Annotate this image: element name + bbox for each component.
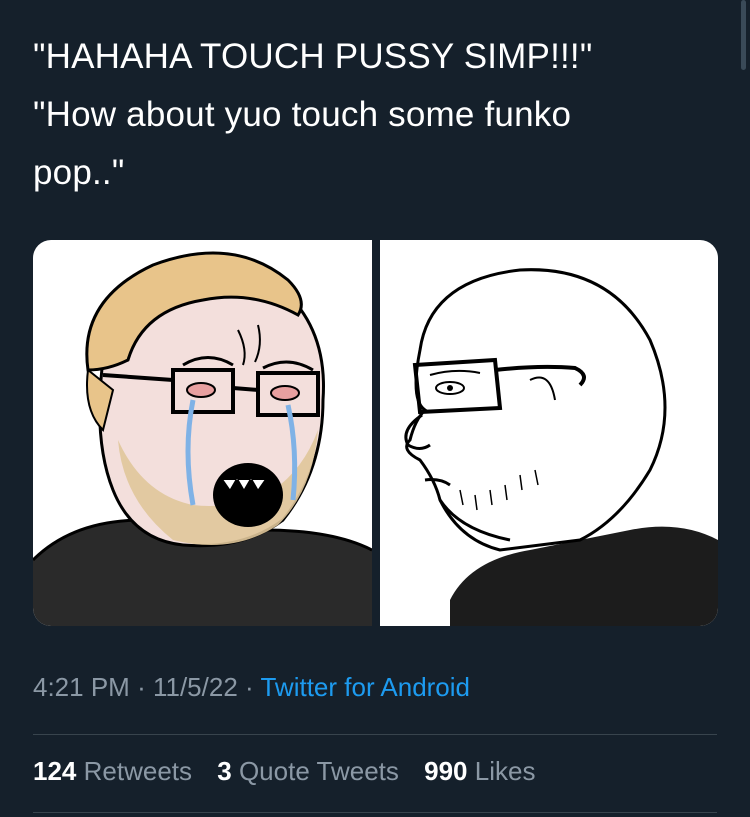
retweets-label: Retweets	[83, 756, 193, 786]
divider	[33, 734, 717, 735]
meta-separator: ·	[137, 672, 146, 702]
meta-separator: ·	[245, 672, 254, 702]
tweet-media[interactable]	[33, 240, 718, 626]
tweet-text-line: "HAHAHA TOUCH PUSSY SIMP!!!"	[33, 37, 593, 76]
quote-tweets-label: Quote Tweets	[238, 756, 399, 786]
tweet-source-link[interactable]: Twitter for Android	[260, 672, 470, 702]
scrollbar[interactable]	[741, 0, 746, 70]
retweets-stat[interactable]: 124 Retweets	[33, 756, 199, 786]
tweet-text: "HAHAHA TOUCH PUSSY SIMP!!!" "How about …	[33, 28, 713, 202]
tweet-meta: 4:21 PM · 11/5/22 · Twitter for Android	[33, 672, 470, 703]
quote-tweets-count: 3	[217, 756, 232, 786]
likes-label: Likes	[474, 756, 536, 786]
likes-stat[interactable]: 990 Likes	[424, 756, 535, 786]
media-image-right[interactable]	[379, 240, 718, 626]
tweet-text-line: "How about yuo touch some funko	[33, 95, 572, 134]
tweet-date: 11/5/22	[152, 672, 238, 702]
crying-wojak-illustration	[33, 251, 372, 626]
media-image-left[interactable]	[33, 240, 372, 626]
divider	[33, 812, 717, 813]
likes-count: 990	[424, 756, 468, 786]
quote-tweets-stat[interactable]: 3 Quote Tweets	[217, 756, 406, 786]
tweet-time: 4:21 PM	[33, 672, 130, 702]
tweet-text-line: pop.."	[33, 153, 125, 192]
tweet-stats: 124 Retweets 3 Quote Tweets 990 Likes	[33, 756, 553, 787]
calm-bald-wojak-illustration	[403, 268, 718, 626]
retweets-count: 124	[33, 756, 77, 786]
